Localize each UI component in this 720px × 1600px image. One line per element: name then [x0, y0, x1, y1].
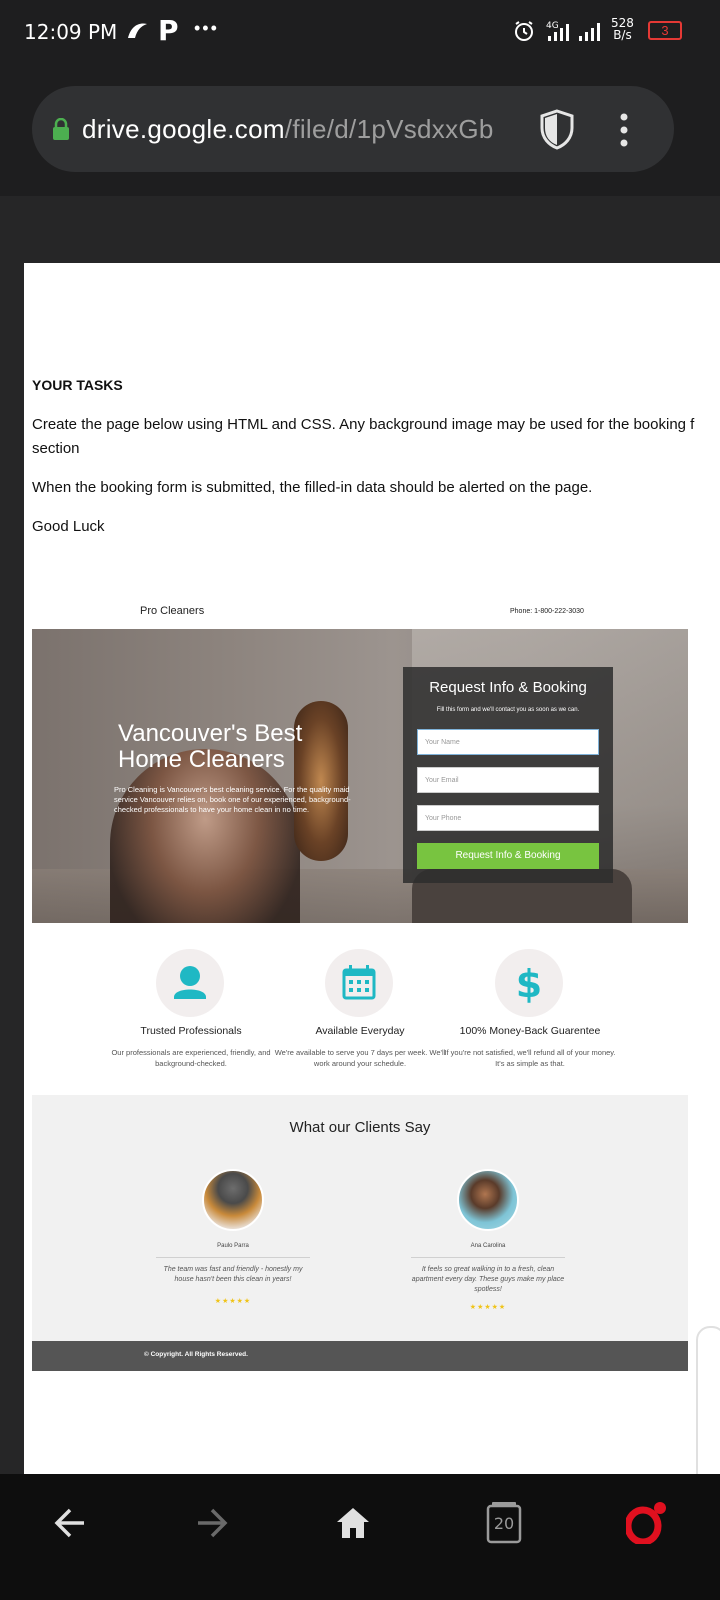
- browser-toolbar: drive.google.com/file/d/1pVsdxxGb: [0, 62, 720, 196]
- feature-text: We're available to serve you 7 days per …: [274, 1048, 446, 1068]
- testimonial-name: Ana Carolina: [470, 1243, 506, 1249]
- feature-icon-bg: $: [495, 949, 563, 1017]
- testimonials-title: What our Clients Say: [289, 1119, 431, 1136]
- email-field: Your Email: [417, 767, 599, 793]
- task-line-2: When the booking form is submitted, the …: [32, 479, 593, 496]
- task-line-3: Good Luck: [32, 518, 105, 535]
- calendar-icon: [342, 965, 376, 1000]
- signal-icon: [579, 23, 600, 41]
- clock: 12:09 PM: [24, 20, 118, 44]
- person-icon: [174, 966, 206, 999]
- feature-text: If you're not satisfied, we'll refund al…: [444, 1048, 616, 1068]
- star-rating: ★★★★★: [214, 1298, 252, 1305]
- feature-text: Our professionals are experienced, frien…: [111, 1048, 271, 1068]
- task-line-1b: section: [32, 440, 80, 457]
- booking-submit-button: Request Info & Booking: [417, 843, 599, 869]
- hero-copy: Pro Cleaning is Vancouver's best cleanin…: [114, 785, 351, 814]
- name-field: Your Name: [417, 729, 599, 755]
- form-subtitle: Fill this form and we'll contact you as …: [436, 707, 580, 713]
- notification-app-icon: [125, 20, 149, 48]
- hero-title: Vancouver's Best Home Cleaners: [118, 720, 303, 773]
- svg-text:$: $: [516, 962, 542, 1006]
- testimonial-name: Paulo Parra: [217, 1243, 249, 1249]
- feature-icon-bg: [325, 949, 393, 1017]
- star-rating: ★★★★★: [469, 1304, 507, 1311]
- document-page: YOUR TASKS Create the page below using H…: [24, 263, 720, 1474]
- svg-text:4G: 4G: [546, 21, 559, 31]
- hero-section: Vancouver's Best Home Cleaners Pro Clean…: [32, 629, 688, 923]
- mockup-brand: Pro Cleaners: [140, 605, 205, 617]
- feature-icon-bg: [156, 949, 224, 1017]
- address-bar[interactable]: drive.google.com/file/d/1pVsdxxGb: [32, 86, 674, 172]
- testimonial-quote: It feels so great walking in to a fresh,…: [411, 1266, 565, 1293]
- home-icon[interactable]: [334, 1500, 372, 1546]
- forward-icon[interactable]: [194, 1500, 230, 1546]
- back-icon[interactable]: [52, 1500, 88, 1546]
- bottom-navigation: 20: [0, 1474, 720, 1600]
- battery-icon: 3: [648, 21, 682, 40]
- signal-4g-icon: 4G: [546, 21, 569, 41]
- status-bar: 12:09 PM P ••• 4G 528 B/s 3: [0, 0, 720, 62]
- url-text[interactable]: drive.google.com/file/d/1pVsdxxGb: [82, 114, 522, 145]
- booking-form: Request Info & Booking Fill this form an…: [403, 667, 613, 883]
- feature-title: Trusted Professionals: [140, 1025, 242, 1037]
- mockup-footer: © Copyright. All Rights Reserved.: [32, 1341, 688, 1371]
- alarm-icon: [515, 21, 533, 41]
- feature-title: Available Everyday: [315, 1025, 405, 1037]
- tabs-button[interactable]: 20: [486, 1500, 522, 1546]
- more-notifications-icon: •••: [194, 18, 219, 38]
- testimonials-section: What our Clients Say Paulo Parra The tea…: [32, 1095, 688, 1341]
- form-title: Request Info & Booking: [429, 679, 587, 696]
- opera-menu-icon[interactable]: [626, 1502, 668, 1544]
- network-speed: 528 B/s: [611, 16, 634, 42]
- testimonial-quote: The team was fast and friendly - honestl…: [163, 1266, 303, 1283]
- divider: [156, 1257, 310, 1258]
- shield-icon[interactable]: [538, 108, 576, 150]
- lock-icon: [53, 118, 69, 140]
- document-viewer[interactable]: YOUR TASKS Create the page below using H…: [0, 196, 720, 1536]
- task-heading: YOUR TASKS: [32, 377, 123, 393]
- cleaner-photo: [110, 749, 300, 923]
- avatar: [457, 1169, 519, 1231]
- footer-text: © Copyright. All Rights Reserved.: [144, 1351, 248, 1358]
- feature-title: 100% Money-Back Guarentee: [459, 1025, 601, 1037]
- mockup-phone: Phone: 1-800-222-3030: [510, 608, 584, 615]
- avatar: [202, 1169, 264, 1231]
- divider: [411, 1257, 565, 1258]
- tab-count: 20: [493, 1514, 515, 1533]
- phone-field: Your Phone: [417, 805, 599, 831]
- p-app-icon: P: [158, 14, 179, 47]
- menu-icon[interactable]: [618, 112, 630, 148]
- task-line-1: Create the page below using HTML and CSS…: [32, 416, 695, 433]
- dollar-icon: $: [516, 962, 542, 1006]
